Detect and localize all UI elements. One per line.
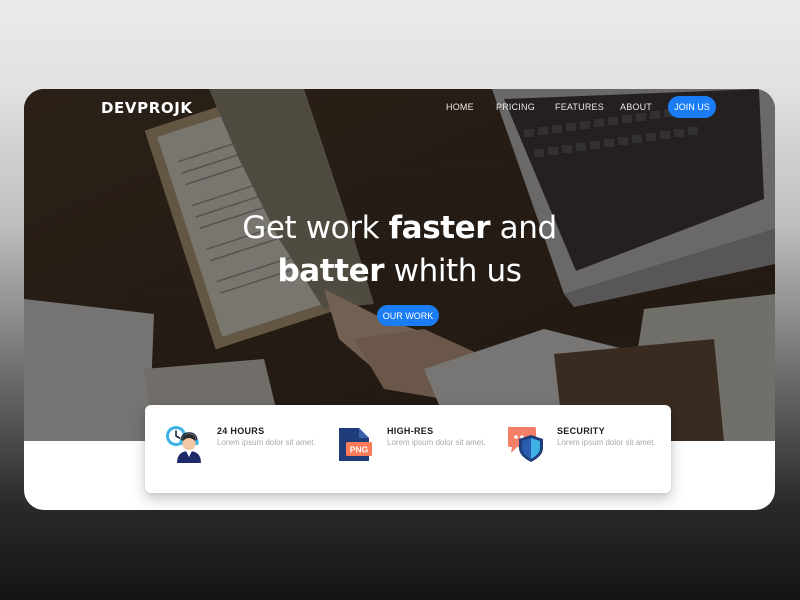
feature-title: 24 HOURS — [217, 426, 265, 436]
feature-title: SECURITY — [557, 426, 605, 436]
feature-description: Lorem ipsum dolor sit amet. — [217, 438, 316, 447]
feature-description: Lorem ipsum dolor sit amet. — [557, 438, 656, 447]
png-file-icon: PNG — [339, 428, 372, 461]
svg-text:PNG: PNG — [350, 445, 369, 455]
join-us-button[interactable]: JOIN US — [668, 96, 716, 118]
features-panel: 24 HOURS Lorem ipsum dolor sit amet. PNG… — [145, 405, 671, 493]
hero-section: DEVPROJK HOME PRICING FEATURES ABOUT JOI… — [24, 89, 775, 441]
clock-support-icon — [166, 426, 201, 463]
nav-link-pricing[interactable]: PRICING — [496, 102, 535, 112]
nav-link-home[interactable]: HOME — [446, 102, 474, 112]
feature-item: PNG HIGH-RES Lorem ipsum dolor sit amet. — [335, 405, 495, 493]
top-navbar: DEVPROJK HOME PRICING FEATURES ABOUT JOI… — [24, 89, 775, 129]
feature-item: 24 HOURS Lorem ipsum dolor sit amet. — [165, 405, 325, 493]
feature-description: Lorem ipsum dolor sit amet. — [387, 438, 486, 447]
feature-title: HIGH-RES — [387, 426, 434, 436]
hero-headline: Get work faster and batter whith us — [24, 207, 775, 293]
headline-text: and — [490, 210, 558, 246]
headline-emphasis: batter — [277, 253, 385, 289]
brand-logo[interactable]: DEVPROJK — [101, 99, 193, 117]
nav-link-features[interactable]: FEATURES — [555, 102, 604, 112]
feature-item: SECURITY Lorem ipsum dolor sit amet. — [505, 405, 665, 493]
nav-link-about[interactable]: ABOUT — [620, 102, 652, 112]
our-work-button[interactable]: OUR WORK — [377, 305, 439, 326]
headline-emphasis: faster — [388, 210, 491, 246]
headline-text: Get work — [242, 210, 389, 246]
headline-text: whith us — [384, 253, 522, 289]
shield-chat-icon — [508, 427, 543, 462]
